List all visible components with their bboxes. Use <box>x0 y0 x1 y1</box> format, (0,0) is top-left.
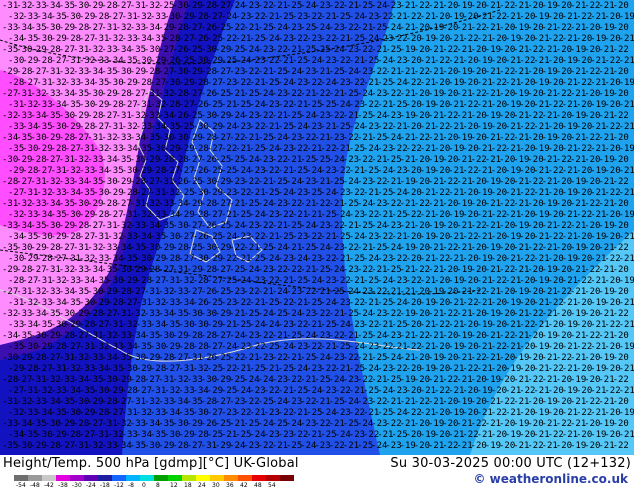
color-scale-label: 12 <box>170 482 178 489</box>
temperature-value: -21 <box>619 364 634 374</box>
temperature-value: -21 <box>619 298 634 308</box>
temperature-value: -20 <box>613 199 629 209</box>
temperature-value: -20 <box>613 89 629 99</box>
temperature-value: -20 <box>613 419 629 429</box>
temperature-value: -21 <box>619 100 634 110</box>
temperature-value: -22 <box>613 243 629 253</box>
color-scale-swatch <box>182 475 197 481</box>
temperature-value: -22 <box>613 177 629 187</box>
color-scale-swatch <box>168 475 183 481</box>
color-scale-label: 48 <box>254 482 262 489</box>
temperature-value: -22 <box>613 375 629 385</box>
site-credit: © weatheronline.co.uk <box>473 472 628 486</box>
color-scale-swatch <box>210 475 225 481</box>
color-scale-label: 18 <box>184 482 192 489</box>
color-scale-swatch <box>56 475 71 481</box>
color-scale-swatch <box>112 475 127 481</box>
temperature-value: -20 <box>613 133 629 143</box>
weather-map: -31 -32 -33 -34 -35 -30 -29 -28 -27 -31 -32 -25 -30-… <box>0 0 634 490</box>
color-scale-label: -12 <box>114 482 124 489</box>
color-scale-swatch <box>84 475 99 481</box>
temperature-value: -20 <box>613 23 629 33</box>
color-scale-label: 30 <box>212 482 220 489</box>
color-scale-label: 0 <box>142 482 146 489</box>
map-footer: Height/Temp. 500 hPa [gdmp][°C] UK-Globa… <box>0 455 634 490</box>
temperature-value: -21 <box>619 320 634 330</box>
temperature-value: -21 <box>619 254 634 264</box>
temperature-labels: -31-32-33-34-35-30-29-28-27-31-32-25-30-… <box>2 1 634 451</box>
color-scale-swatch <box>42 475 57 481</box>
color-scale-label: 54 <box>268 482 276 489</box>
temperature-value: -20 <box>613 265 629 275</box>
color-scale-label: 8 <box>156 482 160 489</box>
color-scale <box>14 475 294 481</box>
temperature-value: -21 <box>619 122 634 132</box>
color-scale-label: -18 <box>100 482 110 489</box>
color-scale-swatch <box>196 475 211 481</box>
color-scale-swatch <box>238 475 253 481</box>
color-scale-swatch <box>280 475 294 481</box>
map-title: Height/Temp. 500 hPa [gdmp][°C] UK-Globa… <box>3 456 299 471</box>
temperature-value: -21 <box>619 430 634 440</box>
color-scale-labels: -54 -48 -42 -38 -30 -24 -18 -12 -8 0 8 12 18 24 30 36 42… <box>14 482 314 490</box>
temperature-value: -19 <box>619 342 634 352</box>
color-scale-swatch <box>224 475 239 481</box>
temperature-value: -21 <box>619 232 634 242</box>
temperature-value: -19 <box>619 78 634 88</box>
temperature-value: -19 <box>619 144 634 154</box>
color-scale-swatch <box>126 475 141 481</box>
color-scale-swatch <box>70 475 85 481</box>
temperature-value: -19 <box>619 276 634 286</box>
color-scale-swatch <box>14 475 29 481</box>
temperature-value: -19 <box>619 12 634 22</box>
valid-time: Su 30-03-2025 00:00 UTC (12+132) <box>390 456 631 471</box>
temperature-value: -21 <box>619 56 634 66</box>
color-scale-swatch <box>266 475 281 481</box>
color-scale-label: 24 <box>198 482 206 489</box>
color-scale-label: 36 <box>226 482 234 489</box>
temperature-value: -20 <box>613 353 629 363</box>
temperature-value: -22 <box>613 45 629 55</box>
temperature-field: -31-32-33-34-35-30-29-28-27-31-32-25-30-… <box>0 0 634 455</box>
color-scale-label: -54 <box>16 482 26 489</box>
temperature-value: -20 <box>613 155 629 165</box>
temperature-value: -21 <box>619 34 634 44</box>
temperature-value: -20 <box>613 397 629 407</box>
color-scale-label: -8 <box>128 482 134 489</box>
temperature-value: -20 <box>613 221 629 231</box>
color-scale-label: -42 <box>44 482 54 489</box>
color-scale-label: 42 <box>240 482 248 489</box>
color-scale-label: -24 <box>86 482 96 489</box>
temperature-value: -20 <box>613 287 629 297</box>
color-scale-swatch <box>154 475 169 481</box>
temperature-value: -19 <box>619 210 634 220</box>
temperature-value: -20 <box>613 67 629 77</box>
temperature-value: -21 <box>619 386 634 396</box>
color-scale-swatch <box>252 475 267 481</box>
temperature-value: -20 <box>613 331 629 341</box>
temperature-value: -19 <box>619 408 634 418</box>
color-scale-swatch <box>140 475 155 481</box>
temperature-value: -22 <box>613 309 629 319</box>
temperature-value: -21 <box>619 188 634 198</box>
color-scale-swatch <box>98 475 113 481</box>
temperature-value: -22 <box>613 111 629 121</box>
color-scale-label: -48 <box>30 482 40 489</box>
color-scale-label: -38 <box>58 482 68 489</box>
temperature-value: -22 <box>613 441 629 451</box>
temperature-value: -21 <box>619 166 634 176</box>
color-scale-label: -30 <box>72 482 82 489</box>
temperature-value: -20 <box>613 1 629 11</box>
color-scale-swatch <box>28 475 43 481</box>
